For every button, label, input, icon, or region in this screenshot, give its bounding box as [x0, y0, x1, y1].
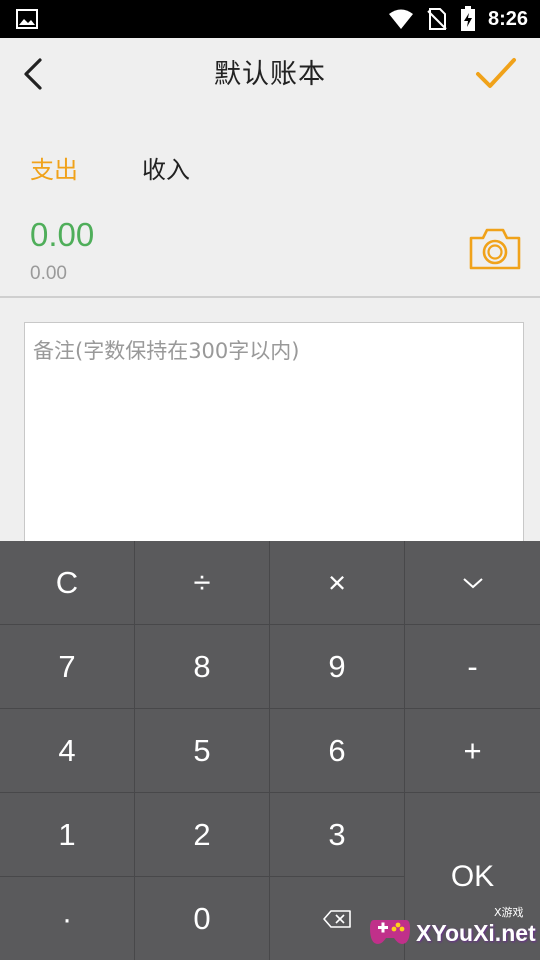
note-input[interactable] [25, 323, 523, 561]
key-multiply[interactable]: × [270, 541, 405, 625]
image-icon [16, 9, 38, 29]
key-0[interactable]: 0 [135, 877, 270, 960]
key-minus[interactable]: - [405, 625, 540, 709]
header: 默认账本 [0, 38, 540, 110]
key-7[interactable]: 7 [0, 625, 135, 709]
type-tabs: 支出 收入 [0, 150, 540, 194]
key-plus[interactable]: + [405, 709, 540, 793]
status-time: 8:26 [487, 7, 528, 30]
chevron-down-icon [462, 577, 483, 588]
amount-sub-value: 0.00 [30, 263, 67, 284]
key-6[interactable]: 6 [270, 709, 405, 793]
key-collapse[interactable] [405, 541, 540, 625]
status-bar: 8:26 [0, 0, 540, 38]
key-dot[interactable]: · [0, 877, 135, 960]
checkmark-icon[interactable] [474, 54, 518, 94]
note-box [24, 322, 524, 562]
no-sim-icon [427, 8, 447, 30]
backspace-icon [323, 909, 351, 928]
key-divide[interactable]: ÷ [135, 541, 270, 625]
wifi-icon [388, 9, 413, 29]
battery-charging-icon [460, 6, 475, 31]
tab-income[interactable]: 收入 [142, 150, 190, 185]
key-5[interactable]: 5 [135, 709, 270, 793]
camera-icon[interactable] [467, 224, 523, 272]
key-1[interactable]: 1 [0, 793, 135, 877]
amount-value: 0.00 [30, 216, 95, 253]
key-3[interactable]: 3 [270, 793, 405, 877]
key-8[interactable]: 8 [135, 625, 270, 709]
key-backspace[interactable] [270, 877, 405, 960]
key-2[interactable]: 2 [135, 793, 270, 877]
page-title: 默认账本 [214, 59, 326, 90]
divider [0, 296, 540, 298]
keypad: C ÷ × 7 8 9 - 4 5 6 + 1 2 3 OK · 0 [0, 541, 540, 960]
key-4[interactable]: 4 [0, 709, 135, 793]
key-ok[interactable]: OK [405, 793, 540, 960]
key-clear[interactable]: C [0, 541, 135, 625]
key-9[interactable]: 9 [270, 625, 405, 709]
tab-expense[interactable]: 支出 [30, 150, 78, 185]
